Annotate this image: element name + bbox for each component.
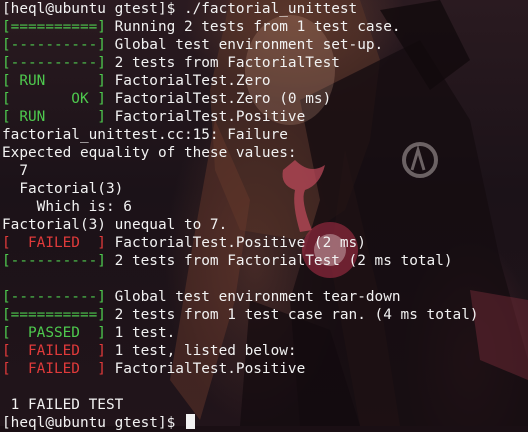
terminal-line-text: FactorialTest.Positive (2 ms): [105, 235, 366, 251]
gtest-status-tag: [ FAILED ]: [2, 235, 106, 251]
gtest-status-tag: [----------]: [2, 37, 106, 53]
terminal-line: [ RUN ] FactorialTest.Zero: [2, 72, 526, 90]
terminal-line-text: FactorialTest.Zero: [105, 73, 271, 89]
gtest-status-tag: [----------]: [2, 253, 106, 269]
gtest-status-tag: [ RUN ]: [2, 73, 106, 89]
gtest-status-tag: [ PASSED ]: [2, 325, 106, 341]
terminal-line: [ FAILED ] 1 test, listed below:: [2, 342, 526, 360]
terminal-line: [ PASSED ] 1 test.: [2, 324, 526, 342]
text-cursor: [185, 414, 195, 429]
gtest-status-tag: [ FAILED ]: [2, 343, 106, 359]
terminal-line: [==========] Running 2 tests from 1 test…: [2, 18, 526, 36]
terminal-line-text: Global test environment tear-down: [105, 289, 401, 305]
terminal-line: [----------] Global test environment tea…: [2, 288, 526, 306]
terminal-line: Which is: 6: [2, 198, 526, 216]
terminal-line: Factorial(3): [2, 180, 526, 198]
gtest-status-tag: [==========]: [2, 19, 106, 35]
terminal-line-text: 7: [2, 163, 28, 179]
terminal-line-text: 1 FAILED TEST: [2, 397, 124, 413]
shell-prompt: [heql@ubuntu gtest]$: [2, 415, 184, 431]
terminal-line-text: FactorialTest.Positive: [105, 361, 306, 377]
terminal-line-text: 2 tests from 1 test case ran. (4 ms tota…: [105, 307, 479, 323]
gtest-status-tag: [ OK ]: [2, 91, 106, 107]
terminal-line: 7: [2, 162, 526, 180]
terminal-line-text: 1 test.: [105, 325, 176, 341]
terminal-line: [ OK ] FactorialTest.Zero (0 ms): [2, 90, 526, 108]
terminal-line-text: 1 test, listed below:: [105, 343, 297, 359]
gtest-status-tag: [ RUN ]: [2, 109, 106, 125]
terminal-line: factorial_unittest.cc:15: Failure: [2, 126, 526, 144]
terminal-prompt-line[interactable]: [heql@ubuntu gtest]$: [2, 414, 526, 432]
terminal-line-text: factorial_unittest.cc:15: Failure: [2, 127, 288, 143]
terminal-line-text: 2 tests from FactorialTest: [105, 55, 340, 71]
terminal-line-text: FactorialTest.Zero (0 ms): [105, 91, 332, 107]
gtest-status-tag: [----------]: [2, 289, 106, 305]
terminal-line-text: Global test environment set-up.: [105, 37, 384, 53]
terminal-line: Factorial(3) unequal to 7.: [2, 216, 526, 234]
terminal-line: [ FAILED ] FactorialTest.Positive: [2, 360, 526, 378]
terminal-line: [----------] 2 tests from FactorialTest …: [2, 252, 526, 270]
terminal-line: Expected equality of these values:: [2, 144, 526, 162]
gtest-status-tag: [ FAILED ]: [2, 361, 106, 377]
gtest-status-tag: [==========]: [2, 307, 106, 323]
terminal-line-text: Factorial(3) unequal to 7.: [2, 217, 228, 233]
terminal-line-text: Expected equality of these values:: [2, 145, 297, 161]
terminal-line: [==========] 2 tests from 1 test case ra…: [2, 306, 526, 324]
terminal-line-text: 2 tests from FactorialTest (2 ms total): [105, 253, 453, 269]
terminal-line-text: Which is: 6: [2, 199, 132, 215]
terminal-line-text: Factorial(3): [2, 181, 124, 197]
terminal-line: [----------] Global test environment set…: [2, 36, 526, 54]
terminal-line-text: Running 2 tests from 1 test case.: [105, 19, 401, 35]
terminal-line: [----------] 2 tests from FactorialTest: [2, 54, 526, 72]
terminal-output[interactable]: [heql@ubuntu gtest]$ ./factorial_unittes…: [2, 0, 526, 431]
terminal-line: 1 FAILED TEST: [2, 396, 526, 414]
terminal-line: [heql@ubuntu gtest]$ ./factorial_unittes…: [2, 0, 526, 18]
terminal-line: [ FAILED ] FactorialTest.Positive (2 ms): [2, 234, 526, 252]
terminal-line-text: [heql@ubuntu gtest]$ ./factorial_unittes…: [2, 1, 358, 17]
gtest-status-tag: [----------]: [2, 55, 106, 71]
terminal-line-text: FactorialTest.Positive: [105, 109, 306, 125]
terminal-line: [ RUN ] FactorialTest.Positive: [2, 108, 526, 126]
